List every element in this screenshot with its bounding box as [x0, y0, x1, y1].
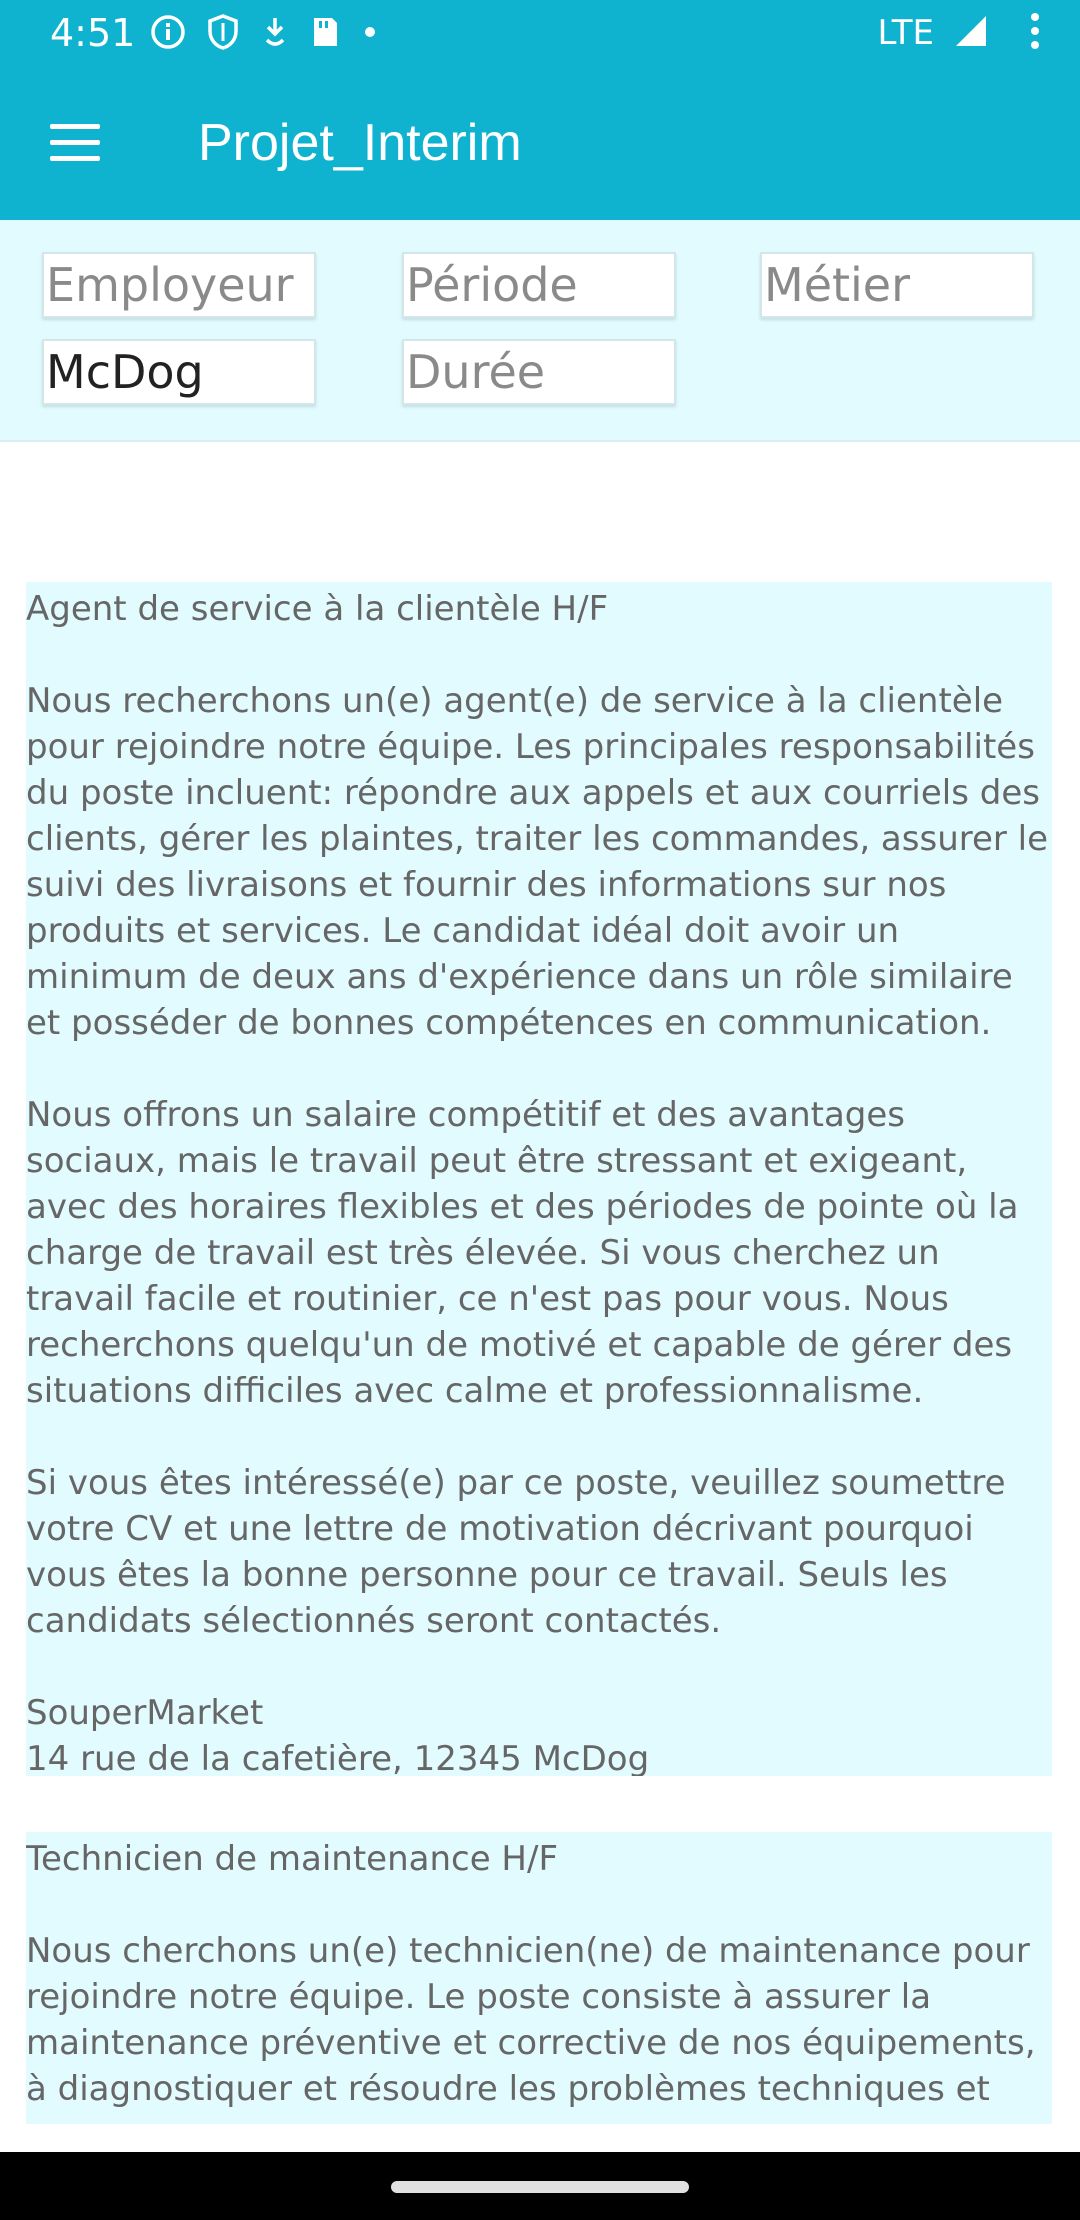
- system-navigation-bar: [0, 2152, 1080, 2220]
- status-right: LTE: [877, 8, 1040, 58]
- download-icon: [260, 14, 290, 50]
- job-offer-list: Agent de service à la clientèle H/F Nous…: [26, 582, 1052, 2180]
- app-bar: Projet_Interim: [0, 66, 1080, 220]
- info-icon: [150, 14, 186, 50]
- job-offer-company: SouperMarket: [26, 1693, 264, 1733]
- job-offer-card[interactable]: Technicien de maintenance H/F Nous cherc…: [26, 1832, 1052, 2124]
- signal-icon: [952, 12, 990, 54]
- shield-icon: [206, 13, 240, 51]
- metier-field[interactable]: [760, 252, 1034, 318]
- filter-panel: [0, 220, 1080, 442]
- employeur-field[interactable]: [42, 252, 316, 318]
- app-title: Projet_Interim: [198, 114, 522, 172]
- job-offer-title: Technicien de maintenance H/F: [26, 1839, 558, 1879]
- duree-field[interactable]: [402, 339, 676, 405]
- sd-card-icon: [310, 14, 340, 50]
- job-offer-description: Nous recherchons un(e) agent(e) de servi…: [26, 681, 1049, 1641]
- job-offer-title: Agent de service à la clientèle H/F: [26, 589, 609, 629]
- job-offer-description: Nous cherchons un(e) technicien(ne) de m…: [26, 1931, 1047, 2109]
- periode-field[interactable]: [402, 252, 676, 318]
- home-gesture-handle[interactable]: [391, 2181, 689, 2193]
- status-icons: [150, 12, 380, 52]
- hamburger-menu-icon[interactable]: [44, 116, 110, 170]
- dot-icon: [360, 14, 380, 50]
- status-bar: 4:51 LTE: [0, 0, 1080, 66]
- network-type: LTE: [877, 13, 934, 53]
- job-offer-address: 14 rue de la cafetière, 12345 McDog: [26, 1739, 650, 1776]
- ville-field[interactable]: [42, 339, 316, 405]
- job-offer-card[interactable]: Agent de service à la clientèle H/F Nous…: [26, 582, 1052, 1776]
- status-time: 4:51: [50, 11, 136, 55]
- overflow-icon: [1030, 11, 1040, 55]
